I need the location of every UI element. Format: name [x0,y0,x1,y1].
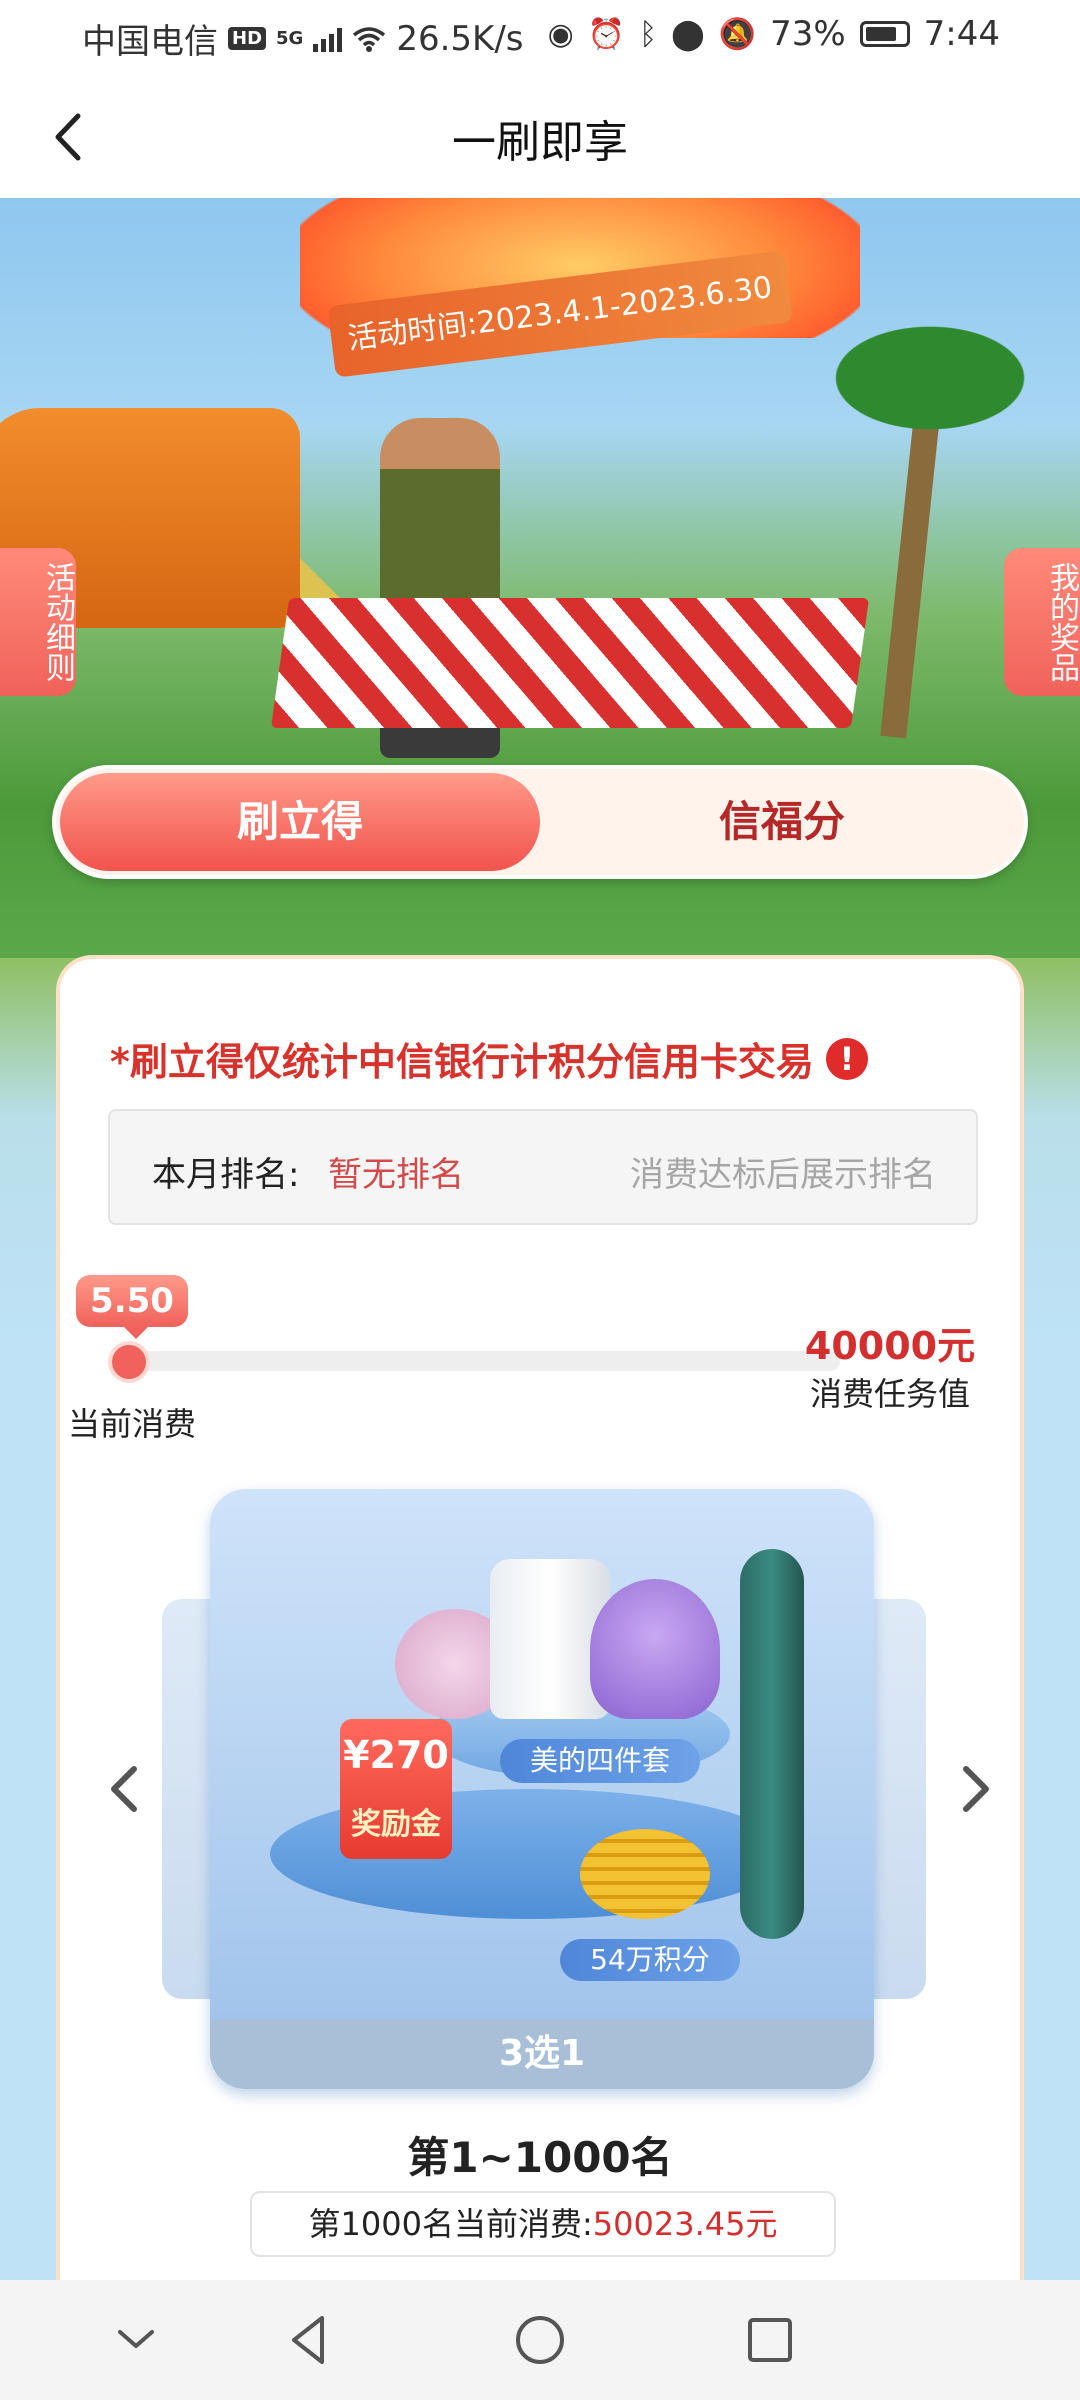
page-title: 一刷即享 [452,117,628,168]
status-left: 中国电信 HD 5G 26.5K/s [82,14,524,63]
prize-card[interactable]: ¥270 奖励金 美的四件套 54万积分 3选1 [210,1489,874,2089]
coins-image [580,1829,710,1919]
eye-icon: ◉ [547,16,574,52]
my-prizes-tab[interactable]: 我的奖品 [1004,548,1080,696]
mute-icon: 🔕 [718,16,757,52]
clock: 7:44 [923,14,1000,54]
recents-nav-icon[interactable] [738,2308,802,2372]
target-spend-label: 消费任务值 [809,1375,970,1413]
midea-set-label: 美的四件套 [500,1739,700,1783]
palm-leaves-image [820,318,1040,438]
battery-icon [859,21,910,47]
ranking-value: 暂无排名 [328,1155,464,1195]
mode-toggle: 刷立得 信福分 [52,765,1028,879]
location-icon: ⬤ [671,16,705,52]
choose-one-label: 3选1 [210,2019,874,2089]
progress-track [124,1351,840,1371]
tier-spend-label: 第1000名当前消费: [308,2205,593,2243]
current-spend-label: 当前消费 [68,1405,197,1443]
chevron-left-icon[interactable] [100,1759,150,1819]
hd-icon: HD [228,27,267,50]
bluetooth-icon: ᛒ [639,16,658,52]
battery-percent: 73% [770,14,846,54]
voucher-amount: ¥270 [343,1733,449,1777]
status-bar: 中国电信 HD 5G 26.5K/s ◉ ⏰ ᛒ ⬤ 🔕 73% 7:44 [0,0,1080,76]
picnic-table-image [270,598,870,728]
garment-steamer-image [590,1579,720,1719]
tier-title: 第1~1000名 [407,2133,673,2182]
points-label: 54万积分 [560,1939,740,1981]
signal-icon [313,26,343,52]
ranking-box: 本月排名: 暂无排名 消费达标后展示排名 [108,1109,978,1225]
content-card: *刷立得仅统计中信银行计积分信用卡交易 ! 本月排名: 暂无排名 消费达标后展示… [56,955,1024,2285]
ranking-hint: 消费达标后展示排名 [630,1155,936,1195]
current-spend-badge: 5.50 [76,1275,188,1339]
activity-rules-tab[interactable]: 活动细则 [0,548,76,696]
tower-fan-image [740,1549,804,1939]
network-speed: 26.5K/s [396,18,524,59]
tier-spend-value: 50023.45元 [592,2205,778,2243]
alert-icon[interactable]: ! [825,1037,868,1080]
voucher-tag: ¥270 奖励金 [340,1719,452,1859]
alarm-icon: ⏰ [587,16,626,52]
ranking-label: 本月排名: [152,1155,300,1195]
network-type: 5G [276,28,304,49]
voucher-label: 奖励金 [351,1807,441,1842]
chevron-right-icon[interactable] [950,1759,1000,1819]
app-header: 一刷即享 [0,76,1080,198]
status-right: ◉ ⏰ ᛒ ⬤ 🔕 73% 7:44 [548,14,1000,54]
home-nav-icon[interactable] [508,2308,572,2372]
target-spend-value: 40000元 [804,1324,976,1368]
system-nav-bar [0,2280,1080,2400]
carrier-name: 中国电信 [82,22,218,62]
wifi-icon [353,26,386,52]
tab-xinfufen[interactable]: 信福分 [544,773,1020,871]
notice-label: *刷立得仅统计中信银行计积分信用卡交易 [110,1040,814,1084]
tier-spend-box: 第1000名当前消费:50023.45元 [250,2191,836,2257]
tab-shualide[interactable]: 刷立得 [60,773,540,871]
notice-text: *刷立得仅统计中信银行计积分信用卡交易 ! [110,1031,868,1086]
progress-knob [112,1345,146,1379]
hide-nav-icon[interactable] [104,2308,168,2372]
back-nav-icon[interactable] [278,2308,342,2372]
